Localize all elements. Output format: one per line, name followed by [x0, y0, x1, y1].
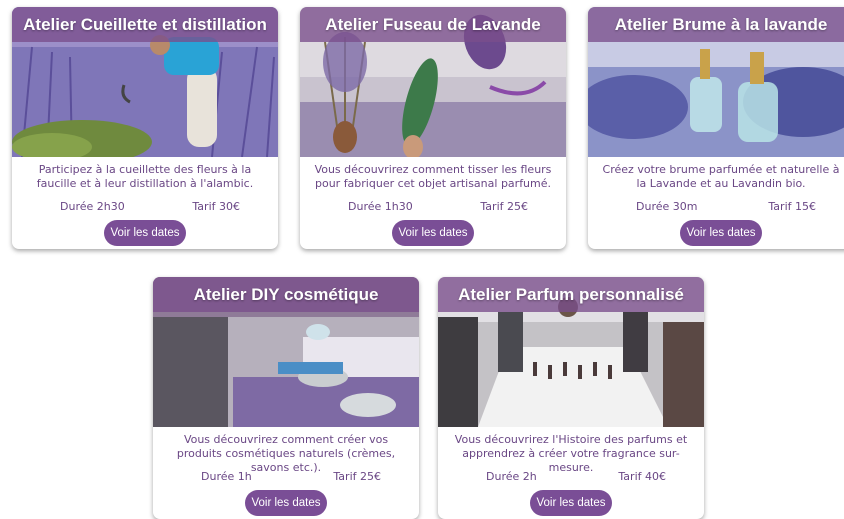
workshop-title: Atelier Parfum personnalisé	[438, 277, 704, 312]
workshop-duration: Durée 1h30	[348, 200, 413, 213]
workshop-duration: Durée 30m	[636, 200, 698, 213]
workshop-card-cueillette: Atelier Cueillette et distillation Parti…	[12, 7, 278, 249]
workshop-card-parfum: Atelier Parfum personnalisé Vous découvr…	[438, 277, 704, 519]
see-dates-button[interactable]: Voir les dates	[104, 220, 186, 246]
workshop-price: Tarif 30€	[192, 200, 240, 213]
see-dates-button[interactable]: Voir les dates	[245, 490, 327, 516]
workshop-photo-fuseau: Atelier Fuseau de Lavande	[300, 7, 566, 157]
workshop-duration: Durée 2h30	[60, 200, 125, 213]
workshop-price: Tarif 15€	[768, 200, 816, 213]
workshop-title: Atelier Cueillette et distillation	[12, 7, 278, 42]
workshop-photo-parfum: Atelier Parfum personnalisé	[438, 277, 704, 427]
workshop-title: Atelier Brume à la lavande	[588, 7, 844, 42]
workshop-price: Tarif 25€	[480, 200, 528, 213]
workshop-description: Vous découvrirez comment tisser les fleu…	[314, 163, 552, 190]
workshop-card-diy: Atelier DIY cosmétique Vous découvrirez …	[153, 277, 419, 519]
workshop-meta: Durée 30m Tarif 15€	[588, 200, 844, 214]
workshop-card-brume: Atelier Brume à la lavande Créez votre b…	[588, 7, 844, 249]
workshop-description: Vous découvrirez comment créer vos produ…	[176, 433, 396, 474]
workshop-price: Tarif 40€	[618, 470, 666, 483]
workshop-card-fuseau: Atelier Fuseau de Lavande Vous découvrir…	[300, 7, 566, 249]
workshop-title: Atelier Fuseau de Lavande	[300, 7, 566, 42]
see-dates-button[interactable]: Voir les dates	[680, 220, 762, 246]
workshop-meta: Durée 1h30 Tarif 25€	[300, 200, 566, 214]
workshop-description: Créez votre brume parfumée et naturelle …	[602, 163, 840, 190]
see-dates-button[interactable]: Voir les dates	[530, 490, 612, 516]
workshop-duration: Durée 1h	[201, 470, 252, 483]
workshop-title: Atelier DIY cosmétique	[153, 277, 419, 312]
workshop-photo-cueillette: Atelier Cueillette et distillation	[12, 7, 278, 157]
see-dates-button[interactable]: Voir les dates	[392, 220, 474, 246]
workshop-photo-diy: Atelier DIY cosmétique	[153, 277, 419, 427]
workshop-meta: Durée 2h30 Tarif 30€	[12, 200, 278, 214]
workshop-description: Vous découvrirez l'Histoire des parfums …	[454, 433, 688, 474]
workshop-photo-brume: Atelier Brume à la lavande	[588, 7, 844, 157]
workshop-description: Participez à la cueillette des fleurs à …	[36, 163, 254, 190]
workshop-price: Tarif 25€	[333, 470, 381, 483]
workshop-duration: Durée 2h	[486, 470, 537, 483]
